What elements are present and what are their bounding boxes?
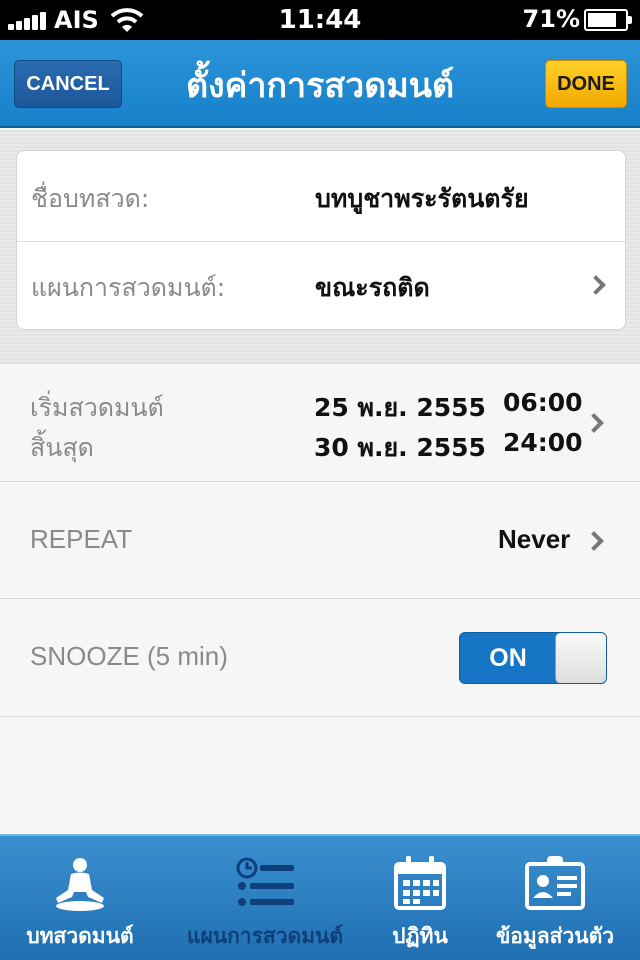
- tab-label: ปฏิทิน: [392, 924, 448, 948]
- profile-card-icon: [525, 856, 585, 910]
- snooze-row: SNOOZE (5 min) ON: [0, 599, 640, 717]
- calendar-icon: [394, 856, 446, 910]
- toggle-on-label: ON: [489, 644, 527, 672]
- tab-label: ข้อมูลส่วนตัว: [495, 924, 615, 948]
- chevron-right-icon: [584, 413, 604, 433]
- navigation-bar: CANCEL ตั้งค่าการสวดมนต์ DONE: [0, 40, 640, 128]
- chant-info-card: ชื่อบทสวด: บทบูชาพระรัตนตรัย แผนการสวดมน…: [16, 150, 626, 330]
- tab-label: แผนการสวดมนต์: [186, 924, 344, 948]
- toggle-knob[interactable]: [555, 633, 606, 683]
- start-label: เริ่มสวดมนต์: [30, 393, 164, 422]
- tab-calendar[interactable]: ปฏิทิน: [370, 836, 470, 960]
- empty-area: [0, 717, 640, 834]
- end-label: สิ้นสุด: [30, 433, 94, 462]
- prayer-plan-row[interactable]: แผนการสวดมนต์: ขณะรถติด: [17, 241, 625, 331]
- tab-prayer-plan[interactable]: แผนการสวดมนต์: [160, 836, 370, 960]
- chant-name-value: บทบูชาพระรัตนตรัย: [315, 184, 529, 213]
- repeat-value: Never: [498, 524, 571, 554]
- status-bar: AIS 11:44 71%: [0, 0, 640, 40]
- tab-label: บทสวดมนต์: [26, 924, 134, 948]
- battery-percentage: 71%: [522, 5, 580, 33]
- repeat-label: REPEAT: [30, 524, 133, 554]
- tab-chants[interactable]: บทสวดมนต์: [0, 836, 160, 960]
- chant-name-row: ชื่อบทสวด: บทบูชาพระรัตนตรัย: [17, 151, 625, 241]
- repeat-row[interactable]: REPEAT Never: [0, 482, 640, 599]
- snooze-label: SNOOZE (5 min): [30, 641, 228, 671]
- snooze-toggle[interactable]: ON: [459, 632, 607, 684]
- end-time: 24:00: [503, 428, 583, 457]
- end-date: 30 พ.ย. 2555: [314, 433, 486, 462]
- prayer-plan-value: ขณะรถติด: [315, 273, 430, 302]
- prayer-plan-label: แผนการสวดมนต์:: [31, 273, 226, 302]
- start-time: 06:00: [503, 388, 583, 417]
- chant-name-label: ชื่อบทสวด:: [31, 184, 150, 213]
- chevron-right-icon: [586, 275, 606, 295]
- done-button[interactable]: DONE: [545, 60, 627, 108]
- page-title: ตั้งค่าการสวดมนต์: [185, 66, 455, 106]
- tab-bar: บทสวดมนต์ แผนการสวดมนต์ ปฏิทิน ข้อมูลส่ว…: [0, 834, 640, 960]
- tab-profile[interactable]: ข้อมูลส่วนตัว: [470, 836, 640, 960]
- chevron-right-icon: [584, 531, 604, 551]
- start-date: 25 พ.ย. 2555: [314, 393, 486, 422]
- schedule-list-icon: [236, 857, 294, 906]
- meditation-icon: [56, 858, 104, 911]
- chant-info-section: ชื่อบทสวด: บทบูชาพระรัตนตรัย แผนการสวดมน…: [0, 130, 640, 364]
- battery-icon: [584, 9, 632, 31]
- schedule-row[interactable]: เริ่มสวดมนต์ สิ้นสุด 25 พ.ย. 2555 06:00 …: [0, 364, 640, 482]
